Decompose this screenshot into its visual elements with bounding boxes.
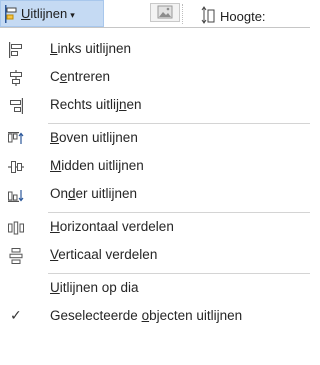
menu-item-align-right[interactable]: Rechts uitlijnen [0, 92, 310, 119]
align-left-icon [9, 42, 22, 58]
checkmark-icon: ✓ [10, 308, 22, 324]
align-left-icon [5, 5, 17, 23]
menu-item-align-selected-objects[interactable]: ✓ Geselecteerde objecten uitlijnen [0, 303, 310, 330]
menu-item-label: Boven uitlijnen [50, 130, 138, 145]
menu-item-align-left[interactable]: Links uitlijnen [0, 36, 310, 63]
menu-divider [48, 273, 310, 274]
distribute-vertical-icon [9, 248, 23, 264]
menu-item-label: Onder uitlijnen [50, 186, 138, 201]
menu-item-label: Midden uitlijnen [50, 158, 144, 173]
menu-item-label: Centreren [50, 69, 111, 84]
menu-item-align-bottom[interactable]: Onder uitlijnen [0, 181, 310, 208]
align-middle-icon [8, 161, 24, 173]
align-dropdown-button[interactable]: Uitlijnen ▾ [0, 0, 104, 27]
ribbon-divider [182, 4, 183, 24]
align-top-icon [8, 132, 24, 144]
menu-item-align-middle[interactable]: Midden uitlijnen [0, 153, 310, 180]
chevron-down-icon: ▾ [70, 10, 75, 20]
menu-divider [48, 123, 310, 124]
align-dropdown-menu: Links uitlijnen Centreren Rechts uitlijn… [0, 27, 310, 365]
menu-item-label: Geselecteerde objecten uitlijnen [50, 308, 243, 323]
height-icon [201, 6, 215, 24]
menu-item-label: Uitlijnen op dia [50, 280, 139, 295]
menu-item-distribute-vertical[interactable]: Verticaal verdelen [0, 242, 310, 269]
distribute-horizontal-icon [8, 221, 24, 235]
height-label: Hoogte: [220, 9, 266, 24]
menu-item-align-center[interactable]: Centreren [0, 64, 310, 91]
menu-item-label: Rechts uitlijnen [50, 97, 142, 112]
align-dropdown-label: Uitlijnen ▾ [21, 6, 75, 21]
image-placeholder-icon[interactable] [150, 3, 180, 22]
menu-divider [48, 212, 310, 213]
align-center-icon [10, 70, 22, 86]
menu-item-label: Links uitlijnen [50, 41, 132, 56]
menu-item-align-top[interactable]: Boven uitlijnen [0, 125, 310, 152]
menu-item-label: Horizontaal verdelen [50, 219, 174, 234]
menu-item-align-to-slide[interactable]: Uitlijnen op dia [0, 275, 310, 302]
menu-item-label: Verticaal verdelen [50, 247, 158, 262]
menu-item-distribute-horizontal[interactable]: Horizontaal verdelen [0, 214, 310, 241]
align-right-icon [10, 98, 23, 114]
align-bottom-icon [8, 190, 24, 202]
ribbon-toolbar: Uitlijnen ▾ Hoogte: [0, 0, 310, 27]
